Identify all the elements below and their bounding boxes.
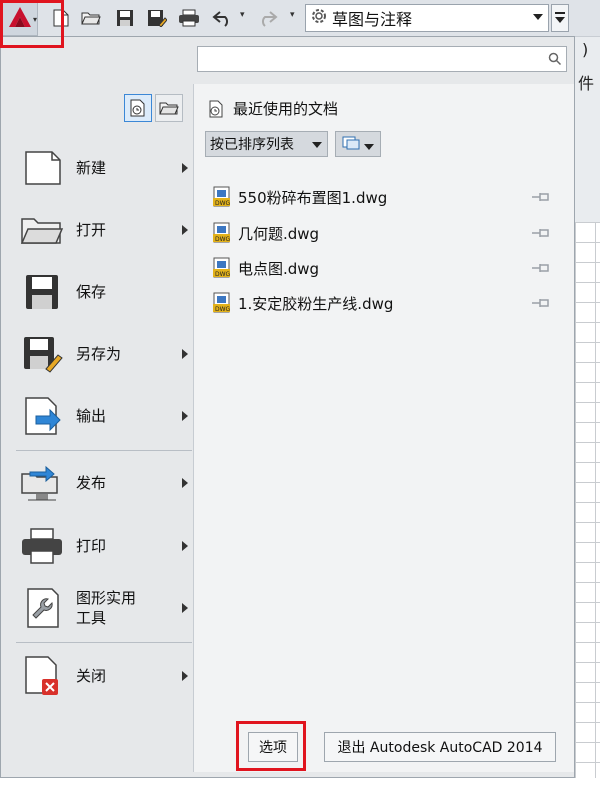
svg-text:DWG: DWG: [215, 200, 231, 207]
recent-clock-icon: [207, 100, 225, 118]
export-icon: [18, 394, 66, 438]
menu-separator: [16, 642, 192, 643]
recent-document-item[interactable]: DWG 1.安定胶粉生产线.dwg: [212, 290, 552, 316]
document-name: 几何题.dwg: [238, 224, 320, 243]
chevron-down-icon: [364, 135, 374, 154]
search-icon[interactable]: [546, 50, 564, 68]
recent-document-item[interactable]: DWG 电点图.dwg: [212, 255, 552, 281]
submenu-arrow-icon: [178, 671, 192, 681]
recent-documents-header: 最近使用的文档: [207, 98, 338, 119]
background-paren-text: ): [582, 40, 589, 59]
workspace-label: 草图与注释: [332, 10, 413, 29]
submenu-arrow-icon: [178, 349, 192, 359]
submenu-arrow-icon: [178, 225, 192, 235]
application-logo-icon: [8, 6, 32, 32]
search-input[interactable]: [197, 46, 567, 72]
submenu-arrow-icon: [178, 603, 192, 613]
pin-icon[interactable]: [530, 295, 552, 311]
new-document-icon: [18, 146, 66, 190]
menu-label: 关闭: [76, 667, 107, 685]
recent-documents-view-button[interactable]: [124, 94, 152, 122]
menu-item-close[interactable]: 关闭: [18, 646, 192, 706]
pin-icon[interactable]: [530, 260, 552, 276]
submenu-arrow-icon: [178, 163, 192, 173]
menu-item-publish[interactable]: 发布: [18, 453, 192, 513]
undo-dropdown-icon[interactable]: ▾: [240, 10, 245, 20]
pin-icon[interactable]: [530, 225, 552, 241]
dwg-file-icon: DWG: [212, 257, 232, 279]
document-name: 550粉碎布置图1.dwg: [238, 188, 388, 207]
undo-icon[interactable]: [212, 8, 234, 28]
menu-label: 发布: [76, 474, 107, 492]
sort-order-label: 按已排序列表: [210, 137, 294, 153]
menu-separator: [16, 450, 192, 451]
menu-item-new[interactable]: 新建: [18, 138, 192, 198]
svg-text:DWG: DWG: [215, 271, 231, 278]
menu-item-open[interactable]: 打开: [18, 200, 192, 260]
document-name: 电点图.dwg: [238, 259, 320, 278]
menu-label: 打印: [76, 537, 107, 555]
wrench-icon: [18, 586, 66, 630]
open-folder-icon[interactable]: [80, 8, 102, 28]
menu-item-save-as[interactable]: 另存为: [18, 324, 192, 384]
pin-icon[interactable]: [530, 189, 552, 205]
save-as-icon: [18, 332, 66, 376]
print-icon: [18, 524, 66, 568]
menu-label: 图形实用 工具: [76, 589, 137, 627]
submenu-arrow-icon: [178, 541, 192, 551]
publish-icon: [18, 461, 66, 505]
dwg-file-icon: DWG: [212, 292, 232, 314]
display-mode-dropdown[interactable]: [335, 131, 381, 157]
bottom-strip: [0, 778, 600, 800]
icon-view-icon: [342, 135, 360, 154]
drawing-grid: [575, 222, 600, 782]
redo-dropdown-icon[interactable]: ▾: [290, 10, 295, 20]
save-as-icon[interactable]: [146, 8, 168, 28]
workspace-switcher[interactable]: 草图与注释: [305, 4, 549, 32]
close-document-icon: [18, 654, 66, 698]
save-icon: [18, 270, 66, 314]
menu-label: 输出: [76, 407, 107, 425]
recent-documents-title: 最近使用的文档: [233, 100, 339, 118]
new-file-icon[interactable]: [50, 8, 72, 28]
workspace-dropdown-icon[interactable]: [531, 7, 545, 27]
print-icon[interactable]: [178, 8, 200, 28]
menu-item-save[interactable]: 保存: [18, 262, 192, 322]
submenu-arrow-icon: [178, 411, 192, 421]
sort-order-dropdown[interactable]: 按已排序列表: [205, 131, 328, 157]
document-name: 1.安定胶粉生产线.dwg: [238, 294, 394, 313]
chevron-down-icon: [312, 136, 322, 152]
submenu-arrow-icon: [178, 478, 192, 488]
dwg-file-icon: DWG: [212, 222, 232, 244]
svg-text:DWG: DWG: [215, 306, 231, 313]
options-button[interactable]: 选项: [248, 732, 298, 762]
customize-toolbar-button[interactable]: [551, 4, 569, 32]
open-folder-icon: [18, 208, 66, 252]
menu-label: 保存: [76, 283, 107, 301]
recent-document-item[interactable]: DWG 550粉碎布置图1.dwg: [212, 184, 552, 210]
app-menu-dropdown-icon: ▾: [33, 15, 38, 24]
menu-label: 另存为: [76, 345, 122, 363]
background-title-text: 件: [578, 74, 595, 93]
open-documents-view-button[interactable]: [155, 94, 183, 122]
menu-item-print[interactable]: 打印: [18, 516, 192, 576]
redo-icon[interactable]: [256, 8, 278, 28]
svg-text:DWG: DWG: [215, 236, 231, 243]
menu-item-export[interactable]: 输出: [18, 386, 192, 446]
exit-autocad-button[interactable]: 退出 Autodesk AutoCAD 2014: [324, 732, 556, 762]
recent-document-item[interactable]: DWG 几何题.dwg: [212, 220, 552, 246]
menu-label: 打开: [76, 221, 107, 239]
dwg-file-icon: DWG: [212, 186, 232, 208]
save-icon[interactable]: [114, 8, 136, 28]
menu-item-drawing-utilities[interactable]: 图形实用 工具: [18, 578, 192, 638]
application-menu-button[interactable]: ▾: [2, 2, 38, 36]
menu-label: 新建: [76, 159, 107, 177]
gear-icon: [310, 7, 328, 29]
